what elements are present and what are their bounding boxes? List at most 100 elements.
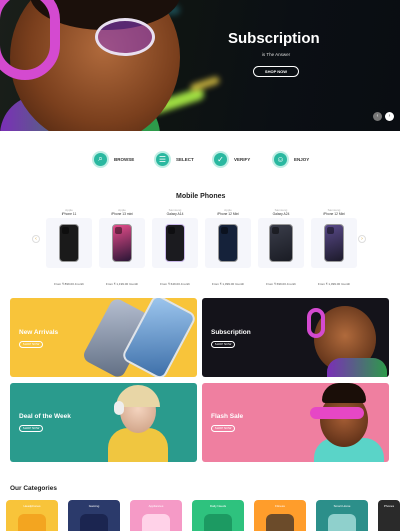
- product-name[interactable]: Galaxy A14: [150, 212, 200, 217]
- phone-image: [59, 224, 79, 262]
- camera-icon: [272, 227, 279, 234]
- check-icon: ✓: [212, 150, 229, 168]
- product-card[interactable]: Apple iPhone 13 mini From ₹ 1,199.00 /mo…: [97, 208, 147, 286]
- promo-shop-now-button[interactable]: SHOP NOW: [19, 341, 43, 348]
- step-label: BROWSE: [114, 156, 135, 162]
- category-daily-needs[interactable]: Daily Needs: [192, 500, 244, 531]
- product-image[interactable]: [258, 218, 304, 268]
- promo-shop-now-button[interactable]: SHOP NOW: [19, 425, 43, 432]
- promo-model-hair: [322, 383, 366, 403]
- promo-new-arrivals[interactable]: New Arrivals SHOP NOW: [10, 298, 197, 377]
- hero-title: Subscription: [228, 30, 320, 47]
- promo-flash-sale[interactable]: Flash Sale SHOP NOW: [202, 383, 389, 462]
- promo-model-jacket: [327, 358, 387, 377]
- camera-icon: [327, 227, 334, 234]
- product-image[interactable]: [46, 218, 92, 268]
- product-price: From ₹ 1,199.00 /month: [105, 282, 139, 286]
- phone-image: [269, 224, 293, 262]
- product-image[interactable]: [99, 218, 145, 268]
- category-fitness[interactable]: Fitness: [254, 500, 306, 531]
- step-label: SELECT: [176, 156, 194, 162]
- product-price: From ₹ 1,099.00 /month: [317, 282, 351, 286]
- product-name[interactable]: Galaxy A24: [256, 212, 306, 217]
- promo-title: New Arrivals: [19, 329, 59, 336]
- product-card[interactable]: Samsung Galaxy A24 From ₹ 699.00 /month: [256, 208, 306, 286]
- category-label: Headphones: [23, 504, 41, 508]
- hero-next-arrow-icon[interactable]: ›: [385, 112, 394, 121]
- product-name[interactable]: iPhone 12 Mini: [203, 212, 253, 217]
- headphones-icon: [0, 0, 60, 80]
- promo-shop-now-button[interactable]: SHOP NOW: [211, 341, 235, 348]
- phone-image: [324, 224, 344, 262]
- product-price: From ₹ 699.00 /month: [266, 282, 296, 286]
- phone-image: [218, 224, 238, 262]
- headphones-icon: [307, 308, 325, 338]
- category-label: Fitness: [275, 504, 285, 508]
- smart-home-icon: [328, 514, 356, 531]
- product-card[interactable]: Apple iPhone 11 From ₹ 899.00 /month: [44, 208, 94, 286]
- product-image[interactable]: [152, 218, 198, 268]
- phone-image: [165, 224, 185, 262]
- promo-subscription[interactable]: Subscription SHOP NOW: [202, 298, 389, 377]
- fitness-icon: [266, 514, 294, 531]
- search-icon: ⌕: [92, 150, 109, 168]
- step-verify: ✓ VERIFY: [212, 150, 250, 168]
- camera-icon: [115, 227, 122, 234]
- category-appliances[interactable]: Appliances: [130, 500, 182, 531]
- list-icon: ☰: [154, 150, 171, 168]
- step-browse: ⌕ BROWSE: [92, 150, 134, 168]
- camera-icon: [221, 227, 228, 234]
- step-enjoy: ☺ ENJOY: [272, 150, 309, 168]
- products-prev-arrow-icon[interactable]: ‹: [32, 235, 40, 243]
- category-label: Phones: [383, 504, 395, 508]
- category-label: Daily Needs: [209, 504, 227, 508]
- hero-prev-arrow-icon[interactable]: ‹: [373, 112, 382, 121]
- product-name[interactable]: iPhone 13 mini: [97, 212, 147, 217]
- hero-banner: Subscription is The Answer SHOP NOW ‹ ›: [0, 0, 400, 131]
- categories-title: Our Categories: [10, 485, 57, 492]
- product-card[interactable]: Samsung Galaxy A14 From ₹ 649.00 /month: [150, 208, 200, 286]
- product-image[interactable]: [311, 218, 357, 268]
- step-label: VERIFY: [234, 156, 251, 162]
- camera-icon: [168, 227, 175, 234]
- how-it-works-steps: ⌕ BROWSE ☰ SELECT ✓ VERIFY ☺ ENJOY: [90, 150, 320, 170]
- mobile-phones-title: Mobile Phones: [176, 193, 226, 200]
- product-card[interactable]: Samsung iPhone 12 Mini From ₹ 1,099.00 /…: [309, 208, 359, 286]
- category-smart-home[interactable]: Smart Home: [316, 500, 368, 531]
- promo-title: Flash Sale: [211, 413, 244, 420]
- promo-title: Subscription: [211, 329, 251, 336]
- daily-needs-icon: [204, 514, 232, 531]
- hero-shop-now-button[interactable]: SHOP NOW: [253, 66, 299, 77]
- promo-deal-of-the-week[interactable]: Deal of the Week SHOP NOW: [10, 383, 197, 462]
- promo-sunglasses-image: [310, 407, 364, 419]
- product-carousel: Apple iPhone 11 From ₹ 899.00 /month App…: [44, 208, 359, 286]
- product-price: From ₹ 899.00 /month: [54, 282, 84, 286]
- promo-title: Deal of the Week: [19, 413, 71, 420]
- gamepad-icon: [80, 514, 108, 531]
- headphones-icon: [18, 514, 46, 531]
- hero-light-streak: [189, 75, 221, 93]
- phone-image: [112, 224, 132, 262]
- product-image[interactable]: [205, 218, 251, 268]
- step-select: ☰ SELECT: [154, 150, 194, 168]
- hero-subtitle: is The Answer: [261, 52, 291, 57]
- product-price: From ₹ 649.00 /month: [160, 282, 190, 286]
- promo-model-jacket: [108, 428, 168, 462]
- smile-icon: ☺: [272, 150, 289, 168]
- category-phones[interactable]: Phones: [378, 500, 400, 531]
- hero-model-glasses: [95, 18, 155, 56]
- product-name[interactable]: iPhone 11: [44, 212, 94, 217]
- category-label: Smart Home: [333, 504, 351, 508]
- category-label: Appliances: [148, 504, 164, 508]
- category-gaming[interactable]: Gaming: [68, 500, 120, 531]
- category-label: Gaming: [88, 504, 100, 508]
- product-price: From ₹ 1,099.00 /month: [211, 282, 245, 286]
- headphones-icon: [114, 401, 124, 415]
- camera-icon: [62, 227, 69, 234]
- product-name[interactable]: iPhone 12 Mini: [309, 212, 359, 217]
- appliance-icon: [142, 514, 170, 531]
- products-next-arrow-icon[interactable]: ›: [358, 235, 366, 243]
- product-card[interactable]: Apple iPhone 12 Mini From ₹ 1,099.00 /mo…: [203, 208, 253, 286]
- category-headphones[interactable]: Headphones: [6, 500, 58, 531]
- promo-shop-now-button[interactable]: SHOP NOW: [211, 425, 235, 432]
